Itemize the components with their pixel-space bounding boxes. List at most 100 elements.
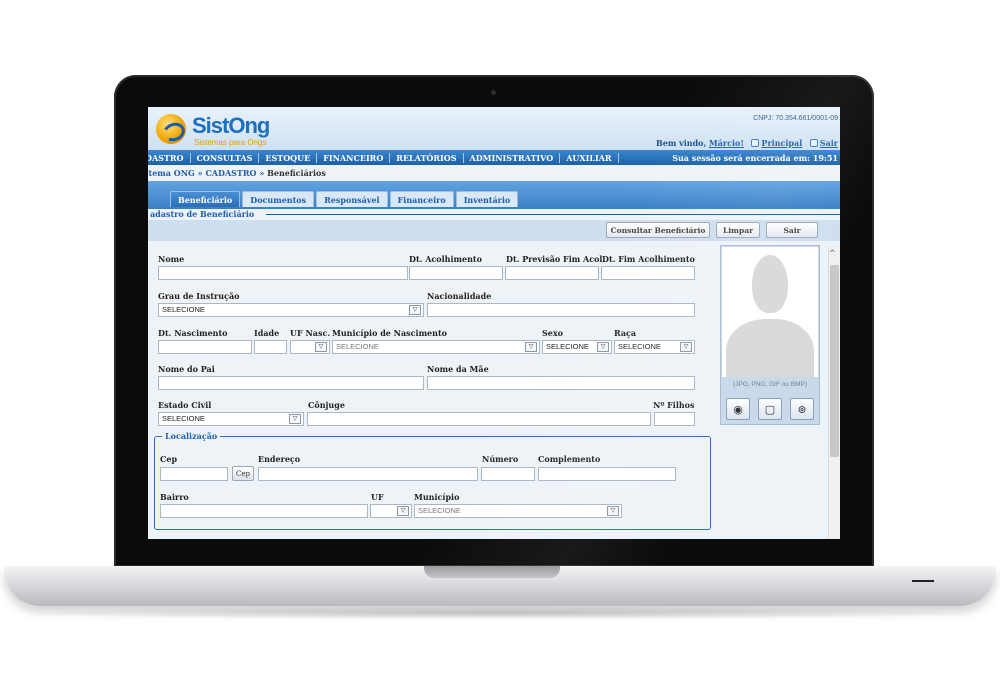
chevron-down-icon: ▽ [315,342,327,352]
dt-acolhimento-input[interactable] [409,266,503,280]
tab-list: Beneficiário Documentos Responsável Fina… [170,191,519,207]
user-name-link[interactable]: Márcio! [709,138,744,148]
conjuge-input[interactable] [307,412,651,426]
tab-beneficiario[interactable]: Beneficiário [170,191,241,207]
breadcrumb-section[interactable]: CADASTRO [205,168,256,178]
laptop-led [912,580,934,582]
municipio-nasc-select[interactable]: SELECIONE ▽ [332,340,540,354]
tab-financeiro[interactable]: Financeiro [389,191,454,207]
avatar-head-shape [752,255,788,313]
sexo-select[interactable]: SELECIONE ▽ [542,340,612,354]
laptop-notch [424,566,560,578]
cep-input[interactable] [160,467,228,481]
consultar-beneficiario-button[interactable]: Consultar Beneficiário [606,222,710,238]
breadcrumb-current: Beneficiários [267,168,326,178]
n-filhos-input[interactable] [654,412,695,426]
raca-value: SELECIONE [618,342,661,351]
nome-input[interactable] [158,266,408,280]
sair-button[interactable]: Sair [766,222,818,238]
uf-nasc-select[interactable]: ▽ [290,340,330,354]
nacionalidade-label: Nacionalidade [427,291,492,301]
grau-instrucao-label: Grau de Instrução [158,291,240,301]
welcome-bar: Bem vindo, Márcio! Principal Sair [656,138,838,148]
municipio-nasc-label: Município de Nascimento [332,328,447,338]
menu-item-cadastro[interactable]: DASTRO [148,152,191,163]
session-timer: Sua sessão será encerrada em: 19:51 [672,153,838,163]
tab-inventario[interactable]: Inventário [455,191,519,207]
webcam-dot [491,90,496,95]
municipio-select[interactable]: SELECIONE ▽ [414,504,622,518]
tab-responsavel[interactable]: Responsável [316,191,388,207]
fingerprint-icon[interactable]: ⊚ [790,398,814,420]
chevron-down-icon: ▽ [680,342,692,352]
grau-instrucao-select[interactable]: SELECIONE ▽ [158,303,424,317]
menu-item-estoque[interactable]: ESTOQUE [259,152,318,163]
welcome-prefix: Bem vindo, [655,138,707,148]
section-divider [266,214,840,215]
logo-name: SistOng [192,113,270,138]
dt-previsao-input[interactable] [505,266,599,280]
raca-label: Raça [614,328,637,338]
nome-pai-label: Nome do Pai [158,364,215,374]
endereco-label: Endereço [258,454,301,464]
municipio-nasc-value: SELECIONE [336,342,379,351]
logo-tagline: Sistemas para Ongs [194,138,267,147]
uf-label: UF [371,492,384,502]
grau-instrucao-value: SELECIONE [162,305,205,314]
principal-link[interactable]: Principal [761,138,802,148]
localizacao-legend: Localização [162,431,221,441]
avatar-placeholder[interactable] [722,247,818,377]
chevron-down-icon: ▽ [289,414,301,424]
limpar-button[interactable]: Limpar [716,222,760,238]
sexo-value: SELECIONE [546,342,589,351]
breadcrumb-sep: » [259,168,265,178]
chevron-down-icon: ▽ [525,342,537,352]
idade-input[interactable] [254,340,287,354]
avatar-body-shape [726,319,814,377]
cep-label: Cep [160,454,178,464]
nome-label: Nome [158,254,185,264]
dt-nascimento-label: Dt. Nascimento [158,328,228,338]
webcam-icon[interactable]: ◉ [726,398,750,420]
raca-select[interactable]: SELECIONE ▽ [614,340,695,354]
nacionalidade-input[interactable] [427,303,695,317]
conjuge-label: Cônjuge [308,400,345,410]
document-icon[interactable]: ▢ [758,398,782,420]
menu-item-administrativo[interactable]: ADMINISTRATIVO [464,152,561,163]
endereco-input[interactable] [258,467,478,481]
exit-icon [809,139,818,147]
dt-fim-label: Dt. Fim Acolhimento [602,254,695,264]
sair-link[interactable]: Sair [820,138,838,148]
breadcrumb-root[interactable]: stema ONG [148,168,195,178]
chevron-down-icon: ▽ [607,506,619,516]
n-filhos-label: Nº Filhos [653,400,695,410]
chevron-down-icon: ▽ [397,506,409,516]
photo-format-caption: (JPG, PNG, GIF ou BMP) [732,381,808,388]
nome-pai-input[interactable] [158,376,424,390]
dt-fim-input[interactable] [601,266,695,280]
municipio-value: SELECIONE [418,506,461,515]
scrollbar-thumb[interactable] [830,265,839,457]
nome-mae-label: Nome da Mãe [427,364,489,374]
nome-mae-input[interactable] [427,376,695,390]
tab-documentos[interactable]: Documentos [242,191,315,207]
estado-civil-select[interactable]: SELECIONE ▽ [158,412,304,426]
sexo-label: Sexo [542,328,563,338]
scroll-up-icon[interactable]: ^ [829,249,836,258]
municipio-label: Município [414,492,460,502]
numero-label: Número [482,454,519,464]
dt-nascimento-input[interactable] [158,340,252,354]
dt-acolhimento-label: Dt. Acolhimento [409,254,482,264]
menu-item-auxiliar[interactable]: AUXILIAR [560,152,619,163]
complemento-input[interactable] [538,467,676,481]
breadcrumb-sep: » [197,168,203,178]
logo-icon [156,114,186,144]
bairro-input[interactable] [160,504,368,518]
cnpj-text: CNPJ: 70.354.661/0001-09 [753,115,838,122]
numero-input[interactable] [481,467,535,481]
menu-item-relatorios[interactable]: RELATÓRIOS [390,152,464,163]
cep-search-button[interactable]: Cep [232,466,254,481]
menu-item-consultas[interactable]: CONSULTAS [191,152,260,163]
menu-item-financeiro[interactable]: FINANCEIRO [317,152,391,163]
uf-select[interactable]: ▽ [370,504,412,518]
